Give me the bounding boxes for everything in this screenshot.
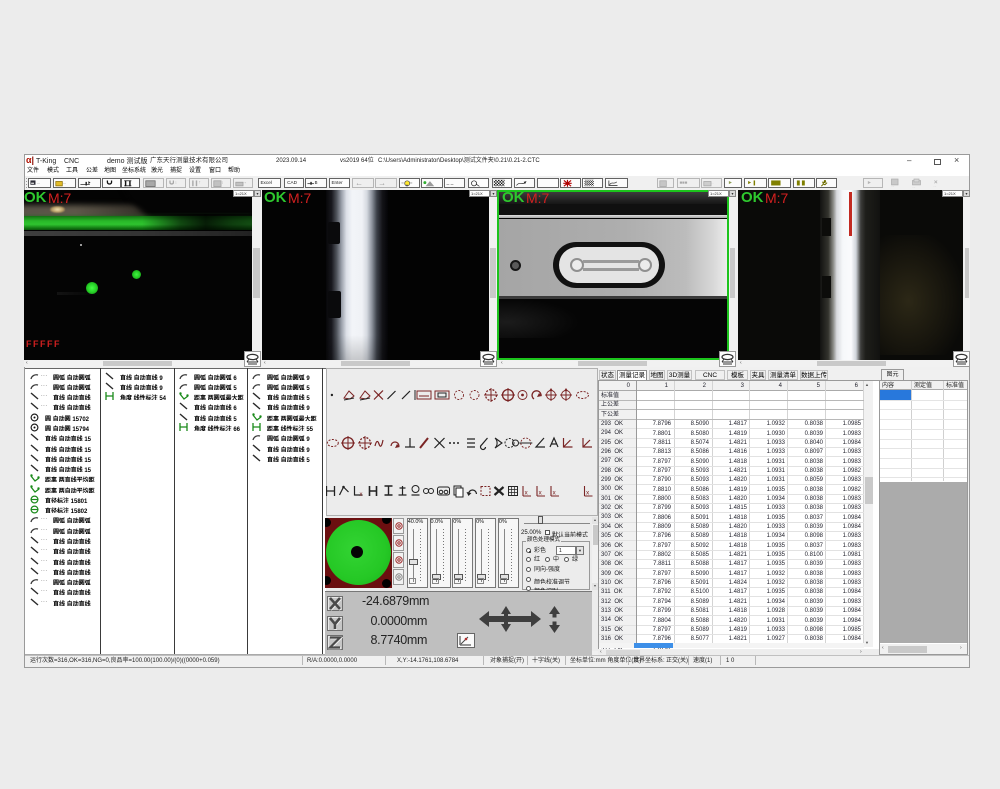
svg-text:x: x <box>360 492 363 498</box>
